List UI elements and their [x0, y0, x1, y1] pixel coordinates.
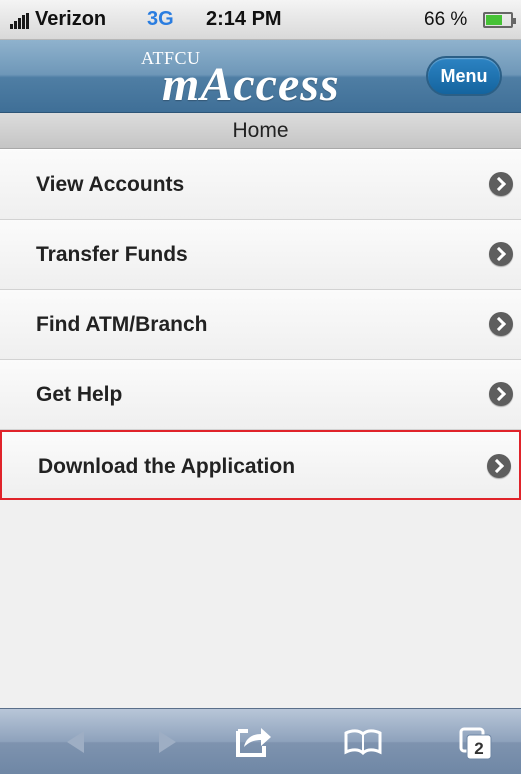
battery-fill — [486, 15, 502, 25]
menu-item-label: Get Help — [36, 383, 123, 406]
carrier-name: Verizon — [35, 8, 107, 30]
clock: 2:14 PM — [206, 8, 282, 30]
menu-item-view-accounts[interactable]: View Accounts — [0, 150, 521, 220]
share-icon[interactable] — [224, 709, 284, 774]
tab-count: 2 — [474, 739, 483, 758]
signal-icon — [10, 13, 32, 29]
chevron-right-icon — [489, 382, 513, 406]
forward-arrow-icon[interactable] — [137, 709, 197, 774]
menu-item-label: Download the Application — [38, 455, 296, 478]
logo-wordmark: mAccess — [162, 58, 340, 111]
bookmarks-icon[interactable] — [333, 709, 393, 774]
tabs-icon[interactable]: 2 — [448, 709, 508, 774]
menu-item-find-atm-branch[interactable]: Find ATM/Branch — [0, 290, 521, 360]
menu-item-transfer-funds[interactable]: Transfer Funds — [0, 220, 521, 290]
chevron-right-icon — [489, 312, 513, 336]
app-header: ATFCU mAccess Menu — [0, 40, 521, 113]
menu-item-download-application[interactable]: Download the Application — [0, 430, 521, 500]
chevron-right-icon — [487, 454, 511, 478]
menu-button[interactable]: Menu — [426, 56, 502, 96]
menu-item-label: Transfer Funds — [36, 243, 188, 266]
chevron-right-icon — [489, 242, 513, 266]
menu-item-label: View Accounts — [36, 173, 185, 196]
battery-icon — [483, 12, 516, 28]
battery-percent: 66 % — [424, 9, 468, 30]
menu-item-get-help[interactable]: Get Help — [0, 360, 521, 430]
page-title: Home — [0, 113, 521, 149]
back-arrow-icon[interactable] — [50, 709, 110, 774]
menu-item-label: Find ATM/Branch — [36, 313, 208, 336]
browser-toolbar: 2 — [0, 708, 521, 774]
chevron-right-icon — [489, 172, 513, 196]
menu-list: View Accounts Transfer Funds Find ATM/Br… — [0, 150, 521, 500]
status-bar: Verizon 3G 2:14 PM 66 % — [0, 0, 521, 40]
content-empty-area — [0, 500, 521, 708]
network-type: 3G — [147, 8, 174, 30]
